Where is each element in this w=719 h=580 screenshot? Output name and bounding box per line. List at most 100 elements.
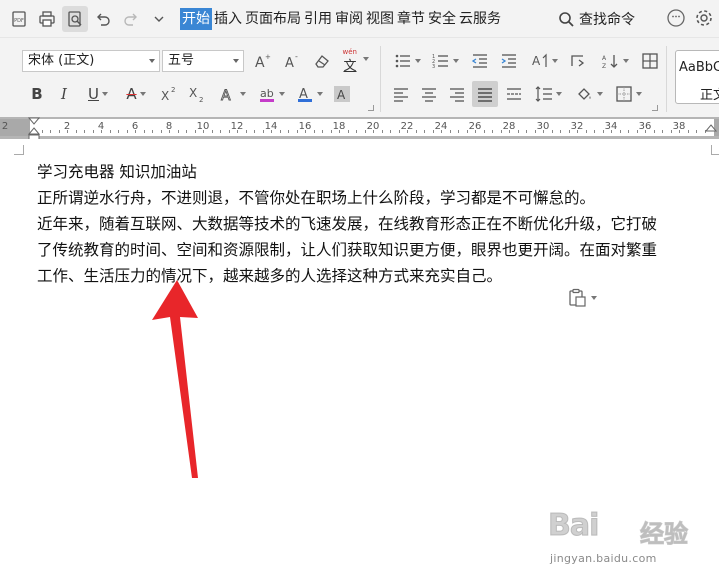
search-command-button[interactable]: 查找命令 — [558, 8, 635, 30]
italic-icon: I — [61, 85, 67, 103]
redo-button[interactable] — [118, 6, 144, 32]
ruler-tick — [67, 130, 68, 133]
svg-text:3: 3 — [432, 64, 435, 70]
right-indent-marker[interactable] — [705, 124, 717, 136]
tab-insert[interactable]: 插入 — [213, 8, 243, 30]
shading-button[interactable] — [572, 83, 606, 105]
justify-button[interactable] — [472, 81, 498, 107]
borders-button[interactable] — [611, 83, 645, 105]
phonetic-icon: wén 文 — [342, 48, 360, 74]
paste-options-button[interactable] — [567, 288, 597, 308]
ruler-tick — [271, 130, 272, 133]
ruler-tick — [339, 130, 340, 133]
bullets-button[interactable] — [390, 50, 424, 72]
show-hide-marks-button[interactable] — [566, 50, 590, 72]
ruler-tick — [373, 130, 374, 133]
strikethrough-button[interactable]: A — [120, 83, 152, 105]
align-left-icon — [394, 88, 408, 102]
undo-button[interactable] — [90, 6, 116, 32]
numbering-button[interactable]: 123 — [428, 50, 462, 72]
style-normal-preview[interactable]: AaBbC 正文 — [675, 50, 719, 104]
clear-format-button[interactable] — [310, 50, 334, 72]
char-shading-button[interactable]: A — [331, 83, 353, 105]
sort-icon: AZ — [602, 55, 617, 70]
subscript-button[interactable]: X2 — [186, 83, 208, 105]
font-family-select[interactable]: 宋体 (正文) — [22, 50, 160, 72]
decrease-indent-button[interactable] — [468, 50, 492, 72]
ruler-tick — [144, 130, 145, 133]
settings-button[interactable] — [693, 7, 715, 29]
customize-quick-access-button[interactable] — [146, 6, 172, 32]
tab-chapter[interactable]: 章节 — [396, 8, 426, 30]
svg-text:A: A — [285, 56, 294, 70]
tab-home[interactable]: 开始 — [180, 7, 212, 30]
ruler-tick — [552, 130, 553, 133]
phonetic-guide-button[interactable]: wén 文 — [338, 48, 372, 74]
ruler-tick — [314, 130, 315, 133]
numbered-list-icon: 123 — [432, 54, 448, 70]
tab-review[interactable]: 审阅 — [334, 8, 364, 30]
horizontal-ruler[interactable]: 2 2 4 6 8 10 12 14 16 18 20 22 24 26 28 30 32 34 36 38 — [2, 119, 714, 136]
font-dialog-launcher[interactable] — [368, 105, 374, 111]
font-color-button[interactable]: A — [293, 83, 325, 105]
increase-indent-button[interactable] — [497, 50, 521, 72]
ruler-tick — [518, 130, 519, 133]
feedback-button[interactable] — [665, 7, 687, 29]
superscript-button[interactable]: X2 — [158, 83, 180, 105]
sort-button[interactable]: AZ — [600, 50, 630, 72]
paragraph-dialog-launcher[interactable] — [652, 105, 658, 111]
tab-page-layout[interactable]: 页面布局 — [244, 8, 302, 30]
top-right-controls — [659, 7, 715, 29]
line-spacing-button[interactable] — [531, 83, 565, 105]
print-button[interactable] — [34, 6, 60, 32]
watermark-url: jingyan.baidu.com — [550, 552, 657, 565]
print-preview-button[interactable] — [62, 5, 88, 32]
outdent-icon — [471, 54, 487, 68]
print-preview-icon — [68, 10, 82, 27]
doc-line: 工作、生活压力的情况下，越来越多的人选择这种方式来充实自己。 — [37, 267, 503, 285]
document-body[interactable]: 学习充电器 知识加油站 正所谓逆水行舟，不进则退，不管你处在职场上什么阶段，学习… — [37, 159, 713, 289]
shrink-font-button[interactable]: A- — [280, 50, 304, 72]
ruler-tick — [212, 130, 213, 133]
ruler-tick — [382, 130, 383, 133]
ruler-tick — [127, 130, 128, 133]
bold-button[interactable]: B — [27, 83, 47, 105]
font-size-select[interactable]: 五号 — [162, 50, 244, 72]
italic-button[interactable]: I — [54, 83, 74, 105]
chinese-layout-button[interactable]: A — [527, 50, 561, 72]
underline-button[interactable]: U — [82, 83, 114, 105]
svg-text:2: 2 — [171, 86, 175, 94]
ruler-tick — [322, 130, 323, 133]
ruler-tick — [297, 130, 298, 133]
ruler-tick — [407, 130, 408, 133]
tab-security[interactable]: 安全 — [427, 8, 457, 30]
line-spacing-icon — [535, 86, 552, 102]
align-center-button[interactable] — [418, 83, 440, 105]
ruler-tick — [42, 130, 43, 133]
table-layout-button[interactable] — [638, 50, 662, 72]
svg-text:PDF: PDF — [14, 18, 24, 24]
border-icon — [615, 86, 632, 102]
export-pdf-button[interactable]: PDF — [6, 6, 32, 32]
ruler-tick — [135, 130, 136, 133]
ruler-tick — [195, 130, 196, 133]
ruler-tick — [535, 130, 536, 133]
ruler-tick — [178, 130, 179, 133]
align-left-button[interactable] — [390, 83, 412, 105]
tab-view[interactable]: 视图 — [365, 8, 395, 30]
eraser-icon — [315, 55, 329, 68]
ruler-tick — [305, 130, 306, 133]
align-right-button[interactable] — [446, 83, 468, 105]
text-effect-button[interactable]: A — [216, 83, 248, 105]
ruler-number: 2 — [1, 121, 9, 132]
highlight-button[interactable]: ab — [254, 83, 288, 105]
gear-icon — [696, 10, 712, 26]
svg-text:A: A — [221, 88, 231, 103]
distributed-button[interactable] — [503, 83, 525, 105]
svg-text:A: A — [337, 88, 346, 102]
tab-cloud-service[interactable]: 云服务 — [458, 8, 502, 30]
chevron-down-icon — [635, 92, 642, 96]
ruler-tick — [169, 130, 170, 133]
tab-references[interactable]: 引用 — [303, 8, 333, 30]
grow-font-button[interactable]: A + — [250, 50, 274, 72]
